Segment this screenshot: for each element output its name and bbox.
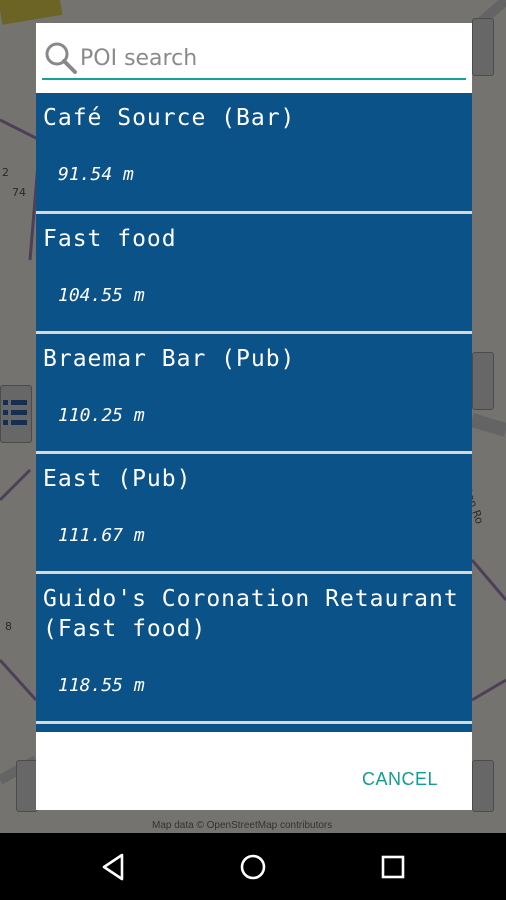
poi-distance: 110.25 m <box>58 405 145 426</box>
poi-name: Café Source (Bar) <box>43 105 296 131</box>
navigation-bar <box>0 833 506 900</box>
poi-search-dialog: Café Source (Bar) 91.54 m Fast food 104.… <box>36 23 472 810</box>
recents-icon[interactable] <box>377 851 409 883</box>
poi-name: East (Pub) <box>43 466 192 492</box>
poi-item[interactable] <box>36 724 472 732</box>
back-icon[interactable] <box>98 851 130 883</box>
poi-item[interactable]: Guido's Coronation Retaurant (Fast food)… <box>36 574 472 721</box>
dialog-footer: CANCEL <box>36 732 472 810</box>
poi-item[interactable]: Fast food 104.55 m <box>36 214 472 331</box>
search-bar <box>36 23 472 93</box>
poi-distance: 104.55 m <box>58 285 145 306</box>
search-underline <box>42 78 466 80</box>
search-input[interactable] <box>80 43 460 73</box>
poi-name: Fast food <box>43 226 177 252</box>
poi-distance: 91.54 m <box>58 164 134 185</box>
poi-distance: 118.55 m <box>58 675 145 696</box>
cancel-button[interactable]: CANCEL <box>362 769 438 790</box>
poi-distance: 111.67 m <box>58 525 145 546</box>
home-icon[interactable] <box>237 851 269 883</box>
poi-item[interactable]: Café Source (Bar) 91.54 m <box>36 93 472 211</box>
poi-list[interactable]: Café Source (Bar) 91.54 m Fast food 104.… <box>36 93 472 732</box>
poi-item[interactable]: East (Pub) 111.67 m <box>36 454 472 571</box>
search-icon <box>45 42 77 74</box>
poi-name: Braemar Bar (Pub) <box>43 346 296 372</box>
poi-name: Guido's Coronation Retaurant (Fast food) <box>43 586 459 642</box>
poi-item[interactable]: Braemar Bar (Pub) 110.25 m <box>36 334 472 451</box>
